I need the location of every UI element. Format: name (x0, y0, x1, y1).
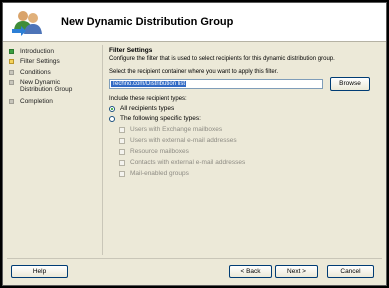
radio-label: All recipients types (120, 105, 175, 112)
radio-unselected-icon[interactable] (109, 115, 115, 122)
wizard-window: New Dynamic Distribution Group Introduct… (2, 2, 387, 286)
checkbox-label: Resource mailboxes (130, 148, 189, 155)
step-label: Completion (20, 98, 53, 105)
checkbox-label: Mail-enabled groups (130, 170, 189, 177)
section-description: Configure the filter that is used to sel… (109, 56, 335, 62)
screen-frame: New Dynamic Distribution Group Introduct… (0, 0, 389, 288)
wizard-header: New Dynamic Distribution Group (3, 3, 386, 42)
wizard-steps: Introduction Filter Settings Conditions … (3, 42, 102, 262)
next-button[interactable]: Next > (275, 265, 318, 278)
back-button[interactable]: < Back (229, 265, 272, 278)
checkbox-resource-mailboxes[interactable]: Resource mailboxes (119, 148, 189, 155)
group-users-icon (12, 11, 42, 36)
footer-divider (7, 258, 382, 259)
step-current-icon (9, 59, 14, 64)
checkbox-icon[interactable] (119, 170, 125, 177)
checkbox-icon[interactable] (119, 159, 125, 166)
checkbox-icon[interactable] (119, 137, 125, 144)
help-button[interactable]: Help (11, 265, 68, 278)
step-filter-settings: Filter Settings (9, 58, 60, 65)
sidebar-divider (102, 45, 103, 255)
radio-all-recipients[interactable]: All recipients types (109, 105, 174, 112)
step-label: Filter Settings (20, 58, 60, 65)
radio-selected-icon[interactable] (109, 105, 115, 112)
step-introduction: Introduction (9, 48, 54, 55)
include-types-label: Include these recipient types: (109, 96, 187, 102)
checkbox-icon[interactable] (119, 126, 125, 133)
step-label: Conditions (20, 69, 51, 76)
checkbox-mail-enabled-groups[interactable]: Mail-enabled groups (119, 170, 189, 177)
radio-specific-types[interactable]: The following specific types: (109, 115, 201, 122)
step-conditions: Conditions (9, 69, 51, 76)
section-title: Filter Settings (109, 47, 153, 54)
step-label: Introduction (20, 48, 54, 55)
step-pending-icon (9, 70, 14, 75)
checkbox-icon[interactable] (119, 148, 125, 155)
checkbox-label: Users with external e-mail addresses (130, 137, 237, 144)
step-new-dynamic-distribution-group: New Dynamic Distribution Group (9, 79, 80, 93)
cancel-button[interactable]: Cancel (327, 265, 374, 278)
checkbox-label: Users with Exchange mailboxes (130, 126, 223, 133)
checkbox-exchange-mailboxes[interactable]: Users with Exchange mailboxes (119, 126, 222, 133)
step-completion: Completion (9, 98, 53, 105)
checkbox-label: Contacts with external e-mail addresses (130, 159, 246, 166)
container-path-field[interactable]: Techno.com/Distribution list (109, 79, 323, 89)
checkbox-contacts-external-email[interactable]: Contacts with external e-mail addresses (119, 159, 245, 166)
container-label: Select the recipient container where you… (109, 69, 279, 75)
step-pending-icon (9, 99, 14, 104)
step-pending-icon (9, 80, 14, 85)
step-done-icon (9, 49, 14, 54)
step-label: New Dynamic Distribution Group (20, 79, 73, 93)
browse-button[interactable]: Browse (330, 77, 370, 91)
page-title: New Dynamic Distribution Group (61, 16, 234, 28)
checkbox-external-email-users[interactable]: Users with external e-mail addresses (119, 137, 237, 144)
radio-label: The following specific types: (120, 115, 201, 122)
container-path-value: Techno.com/Distribution list (111, 81, 187, 87)
